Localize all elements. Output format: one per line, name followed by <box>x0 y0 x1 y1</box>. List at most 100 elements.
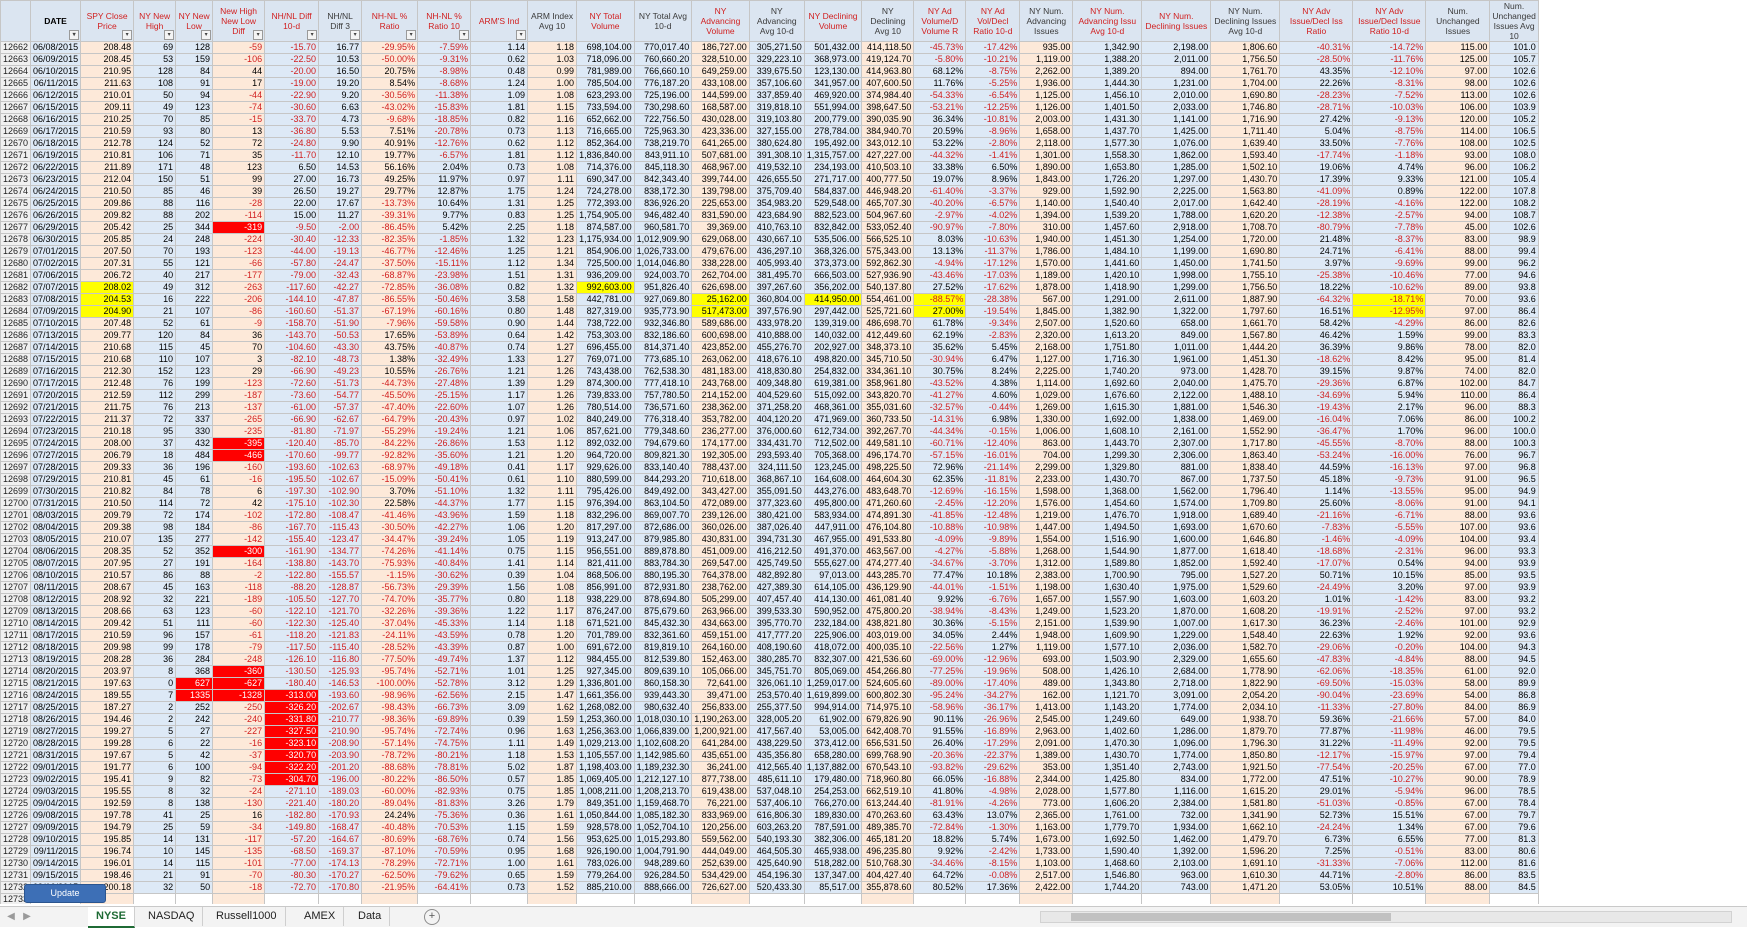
cell[interactable]: 6.50 <box>264 161 320 174</box>
cell[interactable]: 5.74% <box>965 833 1021 846</box>
cell[interactable]: 08/24/2015 <box>30 689 82 702</box>
cell[interactable]: -54.77 <box>318 389 363 402</box>
cell[interactable]: 619,381.00 <box>803 377 863 390</box>
cell[interactable]: -9.31% <box>417 53 472 66</box>
cell[interactable]: 3.97% <box>1279 257 1354 270</box>
cell[interactable]: 1,554.00 <box>1019 533 1074 546</box>
cell[interactable]: 208.00 <box>80 437 135 450</box>
cell[interactable]: 1,822.90 <box>1210 677 1281 690</box>
row-number[interactable]: 12719 <box>0 725 32 738</box>
cell[interactable]: 196 <box>175 461 214 474</box>
cell[interactable]: -82.93% <box>417 785 472 798</box>
cell[interactable]: 1,418.90 <box>1072 281 1143 294</box>
cell[interactable]: 1,737.50 <box>1210 473 1281 486</box>
cell[interactable]: -24.80 <box>264 137 320 150</box>
cell[interactable]: 31.22% <box>1279 737 1354 750</box>
cell[interactable]: 843,911.10 <box>633 149 693 162</box>
cell[interactable]: 100 <box>175 761 214 774</box>
cell[interactable]: 2,684.00 <box>1141 665 1212 678</box>
cell[interactable]: 712,502.00 <box>803 437 863 450</box>
cell[interactable]: 35 <box>212 149 266 162</box>
cell[interactable]: -27.48% <box>417 377 472 390</box>
cell[interactable]: -53.24% <box>1279 449 1354 462</box>
cell[interactable]: 80.52% <box>913 881 967 894</box>
cell[interactable]: 93.3 <box>1489 545 1539 558</box>
cell[interactable]: 77.0 <box>1489 761 1539 774</box>
cell[interactable]: -44.00 <box>264 245 320 258</box>
cell[interactable]: 2,091.00 <box>1019 737 1074 750</box>
cell[interactable]: 691,672.00 <box>576 641 635 654</box>
cell[interactable]: 1,494.50 <box>1072 521 1143 534</box>
cell[interactable]: 25.60% <box>1279 497 1354 510</box>
cell[interactable]: 58.42% <box>1279 317 1354 330</box>
cell[interactable] <box>318 893 363 904</box>
cell[interactable]: 49 <box>133 281 177 294</box>
cell[interactable]: -313.00 <box>264 689 320 702</box>
cell[interactable]: -122.30 <box>264 617 320 630</box>
cell[interactable]: 2,225.00 <box>1019 365 1074 378</box>
cell[interactable]: 1,330.00 <box>1019 413 1074 426</box>
cell[interactable]: 6.73% <box>1279 833 1354 846</box>
cell[interactable]: 339,675.50 <box>748 65 805 78</box>
cell[interactable]: 76 <box>133 401 177 414</box>
cell[interactable]: 08/21/2015 <box>30 677 82 690</box>
cell[interactable]: 935,773.90 <box>633 305 693 318</box>
cell[interactable]: 85,517.00 <box>803 881 863 894</box>
row-number[interactable]: 12685 <box>0 317 32 330</box>
cell[interactable]: 785,504.00 <box>576 77 635 90</box>
cell[interactable]: 491,533.80 <box>861 533 915 546</box>
cell[interactable]: 9.90 <box>318 137 363 150</box>
cell[interactable]: 94.1 <box>1489 497 1539 510</box>
cell[interactable]: 102.5 <box>1489 137 1539 150</box>
cell[interactable]: -88.57% <box>913 293 967 306</box>
cell[interactable]: 1.34 <box>527 257 578 270</box>
cell[interactable]: -22.60% <box>417 401 472 414</box>
cell[interactable] <box>803 893 863 904</box>
cell[interactable]: 656,531.50 <box>861 737 915 750</box>
row-number[interactable]: 12694 <box>0 425 32 438</box>
cell[interactable]: 194.46 <box>80 713 135 726</box>
cell[interactable]: 94.00 <box>1425 209 1491 222</box>
cell[interactable]: -8.15% <box>965 857 1021 870</box>
cell[interactable]: 49 <box>133 101 177 114</box>
cell[interactable]: 91.55% <box>913 725 967 738</box>
cell[interactable]: 427,389.30 <box>748 581 805 594</box>
cell[interactable] <box>1019 893 1074 904</box>
cell[interactable]: 25,162.00 <box>691 293 750 306</box>
cell[interactable]: 776,318.40 <box>633 413 693 426</box>
cell[interactable]: 0.74 <box>470 341 529 354</box>
cell[interactable]: -45.55% <box>1279 437 1354 450</box>
cell[interactable]: -45.33% <box>417 617 472 630</box>
cell[interactable]: 81.3 <box>1489 833 1539 846</box>
cell[interactable]: 1,797.60 <box>1210 305 1281 318</box>
cell[interactable]: 1,574.00 <box>1141 497 1212 510</box>
cell[interactable]: -37 <box>212 749 266 762</box>
cell[interactable]: 17 <box>212 77 266 90</box>
cell[interactable]: 739,833.00 <box>576 389 635 402</box>
update-button[interactable]: Update <box>24 884 106 903</box>
cell[interactable]: 7.25% <box>1279 845 1354 858</box>
cell[interactable]: 35.62% <box>913 341 967 354</box>
cell[interactable]: -102.30 <box>318 497 363 510</box>
cell[interactable]: 1,778.90 <box>1210 665 1281 678</box>
cell[interactable]: -130.50 <box>264 665 320 678</box>
cell[interactable]: 845,118.30 <box>633 161 693 174</box>
cell[interactable]: -78.81% <box>417 761 472 774</box>
cell[interactable]: 102.6 <box>1489 221 1539 234</box>
row-number[interactable]: 12670 <box>0 137 32 150</box>
cell[interactable]: 97.00 <box>1425 605 1491 618</box>
cell[interactable]: 0.83 <box>470 209 529 222</box>
cell[interactable]: -9 <box>212 317 266 330</box>
cell[interactable]: 1,838.00 <box>1141 413 1212 426</box>
cell[interactable]: -32.26% <box>361 605 419 618</box>
cell[interactable]: 17.39% <box>1279 173 1354 186</box>
cell[interactable]: 88.00 <box>1425 437 1491 450</box>
cell[interactable]: 1,557.90 <box>1072 593 1143 606</box>
cell[interactable]: 105.2 <box>1489 113 1539 126</box>
cell[interactable]: -79 <box>212 641 266 654</box>
cell[interactable]: 37 <box>133 437 177 450</box>
cell[interactable]: 380,285.70 <box>748 653 805 666</box>
cell[interactable]: 21 <box>133 869 177 882</box>
cell[interactable]: -102 <box>212 509 266 522</box>
cell[interactable]: -5.55% <box>1352 521 1427 534</box>
